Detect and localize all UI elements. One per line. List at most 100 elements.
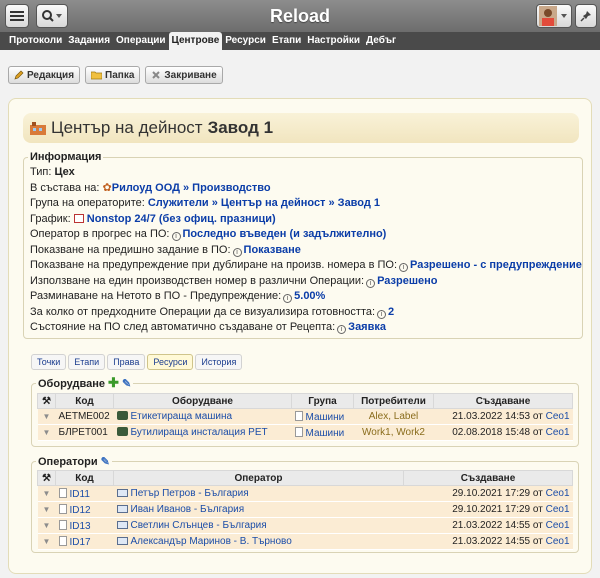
- document-icon: [294, 426, 303, 437]
- id-card-icon: [116, 537, 128, 545]
- folder-icon: [91, 71, 103, 80]
- operators-section: Оператори ✎ ⚒ Код Оператор Създаване ▼ I…: [31, 455, 579, 553]
- table-row: ▼ AETME002 Етикетираща машина Машини Ale…: [37, 408, 573, 425]
- row-menu-icon[interactable]: ▼: [37, 424, 56, 441]
- info-legend: Информация: [30, 151, 102, 163]
- info-icon: i: [171, 232, 181, 241]
- nav-item-operations[interactable]: Операции: [113, 32, 169, 50]
- pencil-icon[interactable]: ✎: [101, 456, 110, 468]
- nav-item-settings[interactable]: Настройки: [304, 32, 363, 50]
- nav-item-centers[interactable]: Центрове: [168, 32, 223, 50]
- equipment-legend: Оборудване ✚ ✎: [38, 375, 132, 390]
- document-icon: [294, 410, 303, 421]
- table-row: ▼ БЛРЕТ001 Бутилираща инсталация PET Маш…: [37, 424, 573, 441]
- action-toolbar: Редакция Папка Закриване: [8, 66, 223, 84]
- table-row: ▼ ID11 Петър Петров - България 29.10.202…: [37, 485, 573, 502]
- section-tabs: Точки Етапи Права Ресурси История: [31, 354, 243, 370]
- info-duplicate-warning: Показване на предупреждение при дублиран…: [30, 259, 582, 272]
- edit-label: Редакция: [27, 69, 75, 81]
- close-label: Закриване: [164, 69, 217, 81]
- document-icon: [58, 487, 67, 498]
- search-icon: [42, 10, 62, 22]
- operators-legend: Оператори ✎: [38, 456, 110, 468]
- pin-icon: [580, 11, 591, 22]
- people-icon: ✿: [102, 181, 112, 194]
- info-readiness-count: За колко от предходните Операции да се в…: [30, 305, 395, 319]
- info-net-difference: Разминаване на Нетото в ПО - Предупрежде…: [30, 290, 326, 303]
- page-title: Център на дейност Завод 1: [23, 113, 579, 143]
- document-icon: [58, 503, 67, 514]
- top-bar: Reload: [0, 0, 600, 32]
- row-menu-icon[interactable]: ▼: [37, 485, 56, 502]
- equipment-table: ⚒ Код Оборудване Група Потребители Създа…: [37, 393, 573, 441]
- nav-item-stages[interactable]: Етапи: [269, 32, 304, 50]
- tab-points[interactable]: Точки: [31, 354, 67, 370]
- id-card-icon: [116, 489, 128, 497]
- machine-icon: [116, 427, 128, 436]
- nav-item-resources[interactable]: Ресурси: [222, 32, 269, 50]
- table-row: ▼ ID12 Иван Иванов - България 29.10.2021…: [37, 501, 573, 518]
- tools-icon: ⚒: [37, 470, 56, 486]
- info-icon: i: [399, 263, 409, 272]
- main-nav: Протоколи Задания Операции Центрове Ресу…: [0, 32, 600, 50]
- tab-rights[interactable]: Права: [107, 354, 146, 370]
- row-menu-icon[interactable]: ▼: [37, 533, 56, 550]
- tab-history[interactable]: История: [195, 354, 243, 370]
- info-same-number: Използване на един производствен номер в…: [30, 274, 438, 288]
- id-card-icon: [116, 521, 128, 529]
- hamburger-icon: [10, 11, 24, 21]
- info-icon: i: [232, 247, 242, 257]
- info-icon: i: [377, 309, 387, 319]
- info-group: Група на операторите: Служители » Център…: [30, 197, 381, 209]
- pencil-icon[interactable]: ✎: [122, 378, 131, 390]
- document-icon: [58, 535, 67, 546]
- title-name: Завод 1: [207, 118, 274, 137]
- equipment-section: Оборудване ✚ ✎ ⚒ Код Оборудване Група По…: [31, 375, 579, 447]
- close-icon: [152, 71, 161, 79]
- table-row: ▼ ID13 Светлин Слънцев - България 21.03.…: [37, 517, 573, 534]
- operators-table: ⚒ Код Оператор Създаване ▼ ID11 Петър Пе…: [37, 470, 573, 550]
- tools-icon: ⚒: [37, 393, 56, 409]
- info-icon: i: [337, 325, 347, 334]
- document-icon: [58, 519, 67, 530]
- user-avatar-button[interactable]: [536, 4, 572, 28]
- tab-stages[interactable]: Етапи: [68, 354, 106, 370]
- edit-button[interactable]: Редакция: [8, 66, 81, 84]
- pin-button[interactable]: [575, 4, 597, 28]
- info-schedule: График: Nonstop 24/7 (без офиц. празници…: [30, 212, 276, 225]
- close-record-button[interactable]: Закриване: [145, 66, 223, 84]
- schedule-link[interactable]: Nonstop 24/7 (без офиц. празници): [87, 213, 276, 225]
- folder-button[interactable]: Папка: [85, 66, 141, 84]
- folder-label: Папка: [105, 69, 135, 81]
- info-type: Тип: Цех: [30, 166, 75, 178]
- info-previous-task: Показване на предишно задание в ПО: i Пока…: [30, 243, 301, 257]
- nav-item-debug[interactable]: Дебъг: [363, 32, 399, 50]
- info-icon: i: [283, 294, 293, 303]
- tab-resources[interactable]: Ресурси: [147, 354, 194, 370]
- add-icon[interactable]: ✚: [108, 375, 119, 390]
- info-part-of: В състава на: ✿Рилоуд ООД » Производство: [30, 181, 271, 194]
- hamburger-menu-button[interactable]: [5, 4, 29, 28]
- group-link[interactable]: Служители » Център на дейност » Завод 1: [148, 197, 380, 209]
- center-panel: Център на дейност Завод 1 Информация Тип…: [8, 98, 592, 574]
- factory-icon: [30, 122, 46, 135]
- search-button[interactable]: [36, 4, 68, 28]
- info-section: Информация Тип: Цех В състава на: ✿Рилоу…: [23, 151, 583, 339]
- info-operator: Оператор в прогрес на ПО: i Последно въвед…: [30, 228, 387, 241]
- id-card-icon: [116, 505, 128, 513]
- info-auto-state: Състояние на ПО след автоматично създава…: [30, 321, 386, 334]
- row-menu-icon[interactable]: ▼: [37, 517, 56, 534]
- table-row: ▼ ID17 Александър Маринов - В. Търново 2…: [37, 533, 573, 550]
- title-prefix: Център на дейност: [51, 118, 203, 137]
- row-menu-icon[interactable]: ▼: [37, 501, 56, 518]
- info-icon: i: [366, 278, 376, 288]
- calendar-icon: [73, 213, 84, 223]
- nav-item-protocols[interactable]: Протоколи: [6, 32, 65, 50]
- edit-icon: [14, 70, 24, 80]
- nav-item-tasks[interactable]: Задания: [65, 32, 113, 50]
- row-menu-icon[interactable]: ▼: [37, 408, 56, 425]
- avatar-icon: [539, 6, 567, 26]
- app-title: Reload: [269, 6, 330, 26]
- part-of-link[interactable]: Рилоуд ООД » Производство: [112, 182, 271, 194]
- machine-icon: [116, 411, 128, 420]
